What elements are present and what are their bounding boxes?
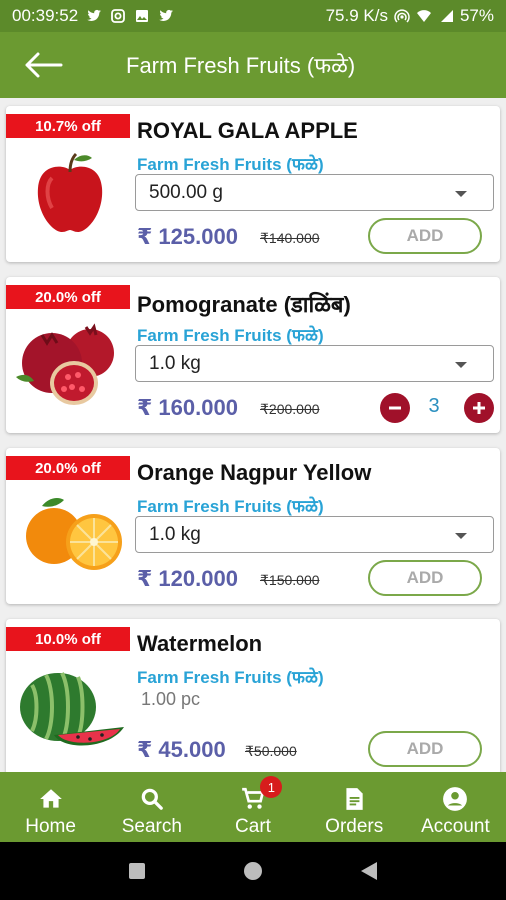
- nav-label: Home: [25, 816, 76, 837]
- increment-button[interactable]: [464, 393, 494, 423]
- product-category[interactable]: Farm Fresh Fruits (फळे): [137, 494, 324, 517]
- image-icon: [136, 10, 149, 22]
- product-card[interactable]: 10.7% off ROYAL GALA APPLE Farm Fresh Fr…: [6, 106, 500, 262]
- back-button[interactable]: [0, 32, 86, 98]
- product-name: ROYAL GALA APPLE: [137, 118, 358, 143]
- orange-image: [26, 498, 122, 570]
- nav-account[interactable]: Account: [405, 772, 506, 842]
- watermelon-image: [20, 672, 124, 746]
- original-price: ₹50.000: [245, 743, 297, 759]
- unit-select[interactable]: 1.0 kg: [135, 345, 494, 382]
- unit-value: 1.0 kg: [149, 523, 201, 545]
- original-price: ₹140.000: [260, 230, 320, 246]
- dropdown-caret-icon: [455, 191, 467, 197]
- cart-count-badge: 1: [260, 776, 283, 798]
- wifi-icon: [416, 10, 431, 22]
- instagram-icon: [111, 9, 126, 23]
- quantity-value: 3: [428, 395, 440, 417]
- product-name: Watermelon: [137, 631, 263, 656]
- add-button[interactable]: ADD: [368, 731, 482, 767]
- product-price: ₹ 120.000: [137, 566, 238, 591]
- nav-label: Search: [121, 816, 182, 837]
- page-title: Farm Fresh Fruits (फळे): [126, 53, 356, 78]
- product-card[interactable]: 20.0% off Pomogranate (डाळिंब) Farm Fres…: [6, 277, 500, 433]
- product-category[interactable]: Farm Fresh Fruits (फळे): [137, 665, 324, 688]
- add-button[interactable]: ADD: [368, 218, 482, 254]
- orders-icon: [346, 788, 363, 810]
- unit-value: 1.00 pc: [141, 689, 201, 709]
- unit-select[interactable]: 1.0 kg: [135, 516, 494, 553]
- product-card[interactable]: 10.0% off Watermelon Farm Fresh Fruits (…: [6, 619, 500, 772]
- status-time: 00:39:52: [12, 6, 79, 25]
- minus-icon: [389, 406, 401, 410]
- app-bar: Farm Fresh Fruits (फळे): [0, 32, 506, 98]
- pomegranate-image: [16, 323, 114, 405]
- signal-icon: [440, 10, 453, 22]
- product-name: Pomogranate (डाळिंब): [137, 292, 351, 317]
- back-triangle-icon[interactable]: [359, 860, 379, 882]
- nav-label: Account: [421, 816, 490, 837]
- original-price: ₹150.000: [260, 572, 320, 588]
- nav-cart[interactable]: 1 Cart: [202, 772, 303, 842]
- recent-apps-icon[interactable]: [127, 861, 147, 881]
- search-icon: [141, 788, 163, 810]
- home-icon: [39, 789, 62, 808]
- nav-orders[interactable]: Orders: [304, 772, 405, 842]
- product-card[interactable]: 20.0% off Orange Nagpur Yellow Farm Fres…: [6, 448, 500, 604]
- account-icon: [443, 787, 468, 811]
- arrow-left-icon: [25, 52, 63, 78]
- product-list[interactable]: 10.7% off ROYAL GALA APPLE Farm Fresh Fr…: [0, 98, 506, 772]
- product-category[interactable]: Farm Fresh Fruits (फळे): [137, 152, 324, 175]
- nav-label: Cart: [235, 816, 271, 837]
- decrement-button[interactable]: [380, 393, 410, 423]
- add-button[interactable]: ADD: [368, 560, 482, 596]
- battery-level: 57%: [459, 6, 494, 25]
- plus-icon: [473, 402, 485, 414]
- quantity-stepper: 3: [374, 393, 494, 423]
- unit-select[interactable]: 500.00 g: [135, 174, 494, 211]
- unit-value: 500.00 g: [149, 181, 223, 203]
- original-price: ₹200.000: [260, 401, 320, 417]
- dropdown-caret-icon: [455, 533, 467, 539]
- nav-home[interactable]: Home: [0, 772, 101, 842]
- product-category[interactable]: Farm Fresh Fruits (फळे): [137, 323, 324, 346]
- nav-search[interactable]: Search: [101, 772, 202, 842]
- discount-badge: 10.7% off: [6, 114, 130, 138]
- twitter-icon: [87, 9, 102, 22]
- hotspot-icon: [394, 9, 410, 23]
- network-speed: 75.9 K/s: [325, 6, 388, 25]
- product-price: ₹ 125.000: [137, 224, 238, 249]
- home-circle-icon[interactable]: [242, 860, 264, 882]
- product-price: ₹ 45.000: [137, 737, 226, 762]
- bottom-navigation: Home Search 1 Cart Orders Account: [0, 772, 506, 842]
- dropdown-caret-icon: [455, 362, 467, 368]
- unit-value: 1.0 kg: [149, 352, 201, 374]
- system-navigation-bar: [0, 842, 506, 900]
- discount-badge: 20.0% off: [6, 285, 130, 309]
- product-price: ₹ 160.000: [137, 395, 238, 420]
- twitter-icon: [159, 9, 174, 22]
- apple-image: [37, 152, 103, 232]
- status-bar: 00:39:52 75.9 K/s 57%: [0, 0, 506, 32]
- nav-label: Orders: [325, 816, 384, 837]
- product-name: Orange Nagpur Yellow: [137, 460, 372, 485]
- discount-badge: 10.0% off: [6, 627, 130, 651]
- discount-badge: 20.0% off: [6, 456, 130, 480]
